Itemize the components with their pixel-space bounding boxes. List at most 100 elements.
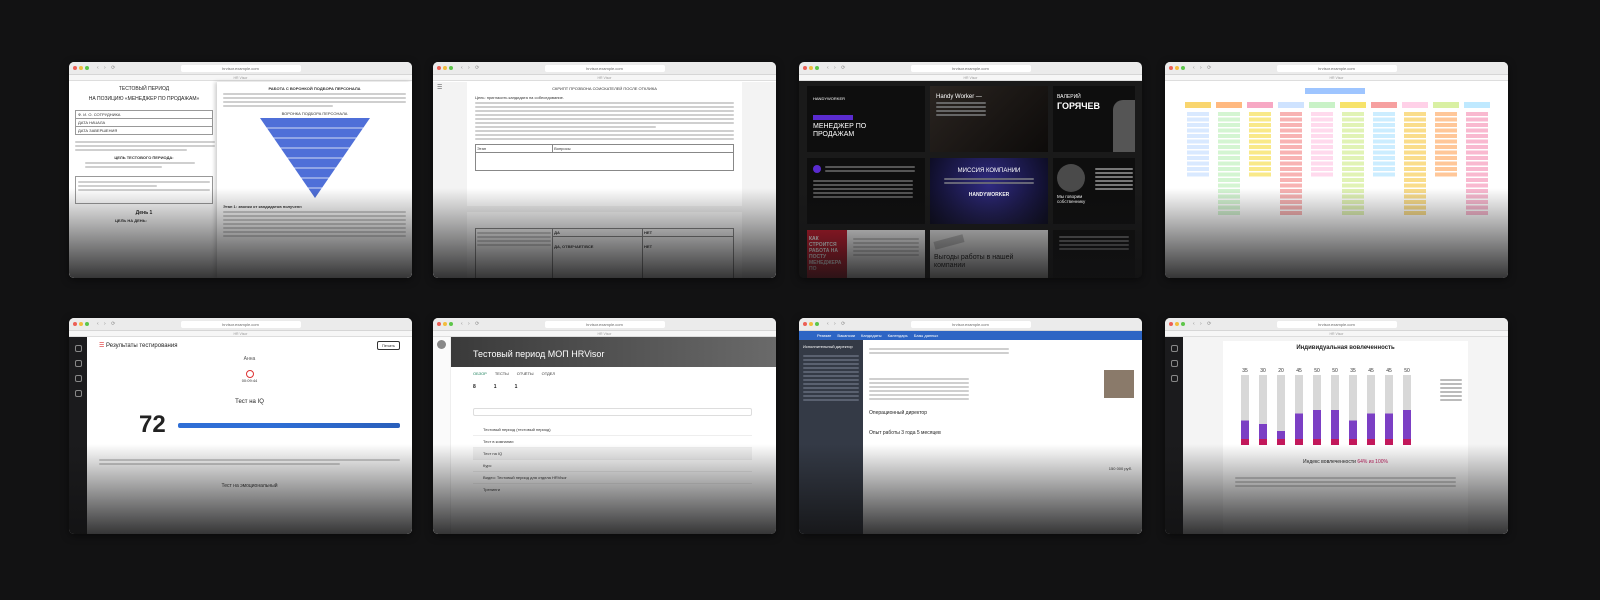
browser-tab[interactable]: HR Visor xyxy=(433,75,776,81)
address-bar[interactable]: hrvisor.example.com xyxy=(180,65,301,72)
address-bar[interactable]: hrvisor.example.com xyxy=(180,321,301,328)
role-card xyxy=(1404,194,1426,199)
close-dot[interactable] xyxy=(73,322,77,326)
window-presentation-slides[interactable]: ‹ › ⟳ hrvisor.example.com HR Visor HANDY… xyxy=(799,62,1142,278)
nav-arrows-icon[interactable]: ‹ › ⟳ xyxy=(97,65,117,71)
menu-icon[interactable]: ☰ xyxy=(99,343,106,349)
slide-5[interactable]: МИССИЯ КОМПАНИИ HANDYWORKER xyxy=(930,158,1048,224)
minimize-dot[interactable] xyxy=(443,322,447,326)
role-card xyxy=(1466,211,1488,215)
list-item[interactable]: Тестовый период (тестовый период) xyxy=(473,424,752,436)
avatar[interactable] xyxy=(437,340,446,349)
window-test-results[interactable]: ‹ › ⟳ hrvisor.example.com HR Visor ☰ Рез… xyxy=(69,318,412,534)
address-bar[interactable]: hrvisor.example.com xyxy=(910,65,1031,72)
nav-arrows-icon[interactable]: ‹ › ⟳ xyxy=(461,321,481,327)
minimize-dot[interactable] xyxy=(809,322,813,326)
browser-tab[interactable]: HR Visor xyxy=(799,75,1142,81)
slide-6[interactable]: Мы говорим собственнику xyxy=(1053,158,1135,224)
nav-arrows-icon[interactable]: ‹ › ⟳ xyxy=(1193,65,1213,71)
nav-arrows-icon[interactable]: ‹ › ⟳ xyxy=(827,65,847,71)
nav-arrows-icon[interactable]: ‹ › ⟳ xyxy=(97,321,117,327)
nav-resumes[interactable]: Резюме xyxy=(817,333,831,338)
minimize-dot[interactable] xyxy=(79,66,83,70)
maximize-dot[interactable] xyxy=(1181,322,1185,326)
browser-tab[interactable]: HR Visor xyxy=(1165,75,1508,81)
address-bar[interactable]: hrvisor.example.com xyxy=(1276,321,1397,328)
address-bar[interactable]: hrvisor.example.com xyxy=(910,321,1031,328)
minimize-dot[interactable] xyxy=(1175,322,1179,326)
window-probation-document[interactable]: ‹ › ⟳ hrvisor.example.com HR Visor ТЕСТО… xyxy=(69,62,412,278)
minimize-dot[interactable] xyxy=(1175,66,1179,70)
menu-icon[interactable]: ☰ xyxy=(437,84,442,91)
print-button[interactable]: Печать xyxy=(376,341,400,350)
window-org-chart[interactable]: ‹ › ⟳ hrvisor.example.com HR Visor xyxy=(1165,62,1508,278)
list-item[interactable]: Тест на IQ xyxy=(473,448,752,460)
maximize-dot[interactable] xyxy=(815,66,819,70)
address-bar[interactable]: hrvisor.example.com xyxy=(544,65,665,72)
tab-tests[interactable]: ТЕСТЫ xyxy=(495,371,509,376)
list-item[interactable]: Курс xyxy=(473,460,752,472)
nav-icon[interactable] xyxy=(74,390,82,397)
tab-department[interactable]: ОТДЕЛ xyxy=(542,371,555,376)
nav-calendar[interactable]: Календарь xyxy=(888,333,908,338)
role-card xyxy=(1280,172,1302,177)
nav-icon[interactable] xyxy=(74,375,82,382)
minimize-dot[interactable] xyxy=(809,66,813,70)
window-call-script[interactable]: ‹ › ⟳ hrvisor.example.com HR Visor ☰ СКР… xyxy=(433,62,776,278)
close-dot[interactable] xyxy=(437,322,441,326)
list-item[interactable]: Тест в компании xyxy=(473,436,752,448)
role-card xyxy=(1311,139,1333,144)
address-bar[interactable]: hrvisor.example.com xyxy=(1276,65,1397,72)
nav-icon[interactable] xyxy=(1170,360,1178,367)
search-input[interactable] xyxy=(473,408,752,416)
role-card xyxy=(1187,117,1209,122)
nav-databases[interactable]: Базы данных xyxy=(914,333,938,338)
list-item[interactable]: Тренинги xyxy=(473,484,752,495)
close-dot[interactable] xyxy=(1169,66,1173,70)
slide-8[interactable]: Выгоды работы в нашей компании xyxy=(930,230,1048,278)
minimize-dot[interactable] xyxy=(79,322,83,326)
maximize-dot[interactable] xyxy=(815,322,819,326)
tab-overview[interactable]: ОБЗОР xyxy=(473,371,487,376)
window-crm[interactable]: ‹ › ⟳ hrvisor.example.com Резюме Ваканси… xyxy=(799,318,1142,534)
slide-9[interactable] xyxy=(1053,230,1135,278)
nav-vacancies[interactable]: Вакансии xyxy=(837,333,855,338)
day-heading: День 1 xyxy=(135,210,153,216)
close-dot[interactable] xyxy=(437,66,441,70)
nav-icon[interactable] xyxy=(74,345,82,352)
close-dot[interactable] xyxy=(803,66,807,70)
nav-icon[interactable] xyxy=(74,360,82,367)
role-card xyxy=(1466,112,1488,116)
address-bar[interactable]: hrvisor.example.com xyxy=(544,321,665,328)
slide-2[interactable]: Handy Worker — xyxy=(930,86,1048,152)
slide-3[interactable]: ВАЛЕРИЙ ГОРЯЧЕВ xyxy=(1053,86,1135,152)
maximize-dot[interactable] xyxy=(85,322,89,326)
role-card xyxy=(1435,123,1457,127)
role-card xyxy=(1249,123,1271,127)
maximize-dot[interactable] xyxy=(449,322,453,326)
window-course[interactable]: ‹ › ⟳ hrvisor.example.com HR Visor Тесто… xyxy=(433,318,776,534)
close-dot[interactable] xyxy=(803,322,807,326)
slide-7[interactable]: КАК СТРОИТСЯ РАБОТА НА ПОСТУ МЕНЕДЖЕРА П… xyxy=(807,230,925,278)
role-card xyxy=(1218,183,1240,188)
close-dot[interactable] xyxy=(1169,322,1173,326)
browser-tab[interactable]: HR Visor xyxy=(69,75,412,81)
role-card xyxy=(1218,134,1240,138)
list-item[interactable]: Видео: Тестовый период для отдела HRViso… xyxy=(473,472,752,484)
role-card xyxy=(1373,112,1395,116)
nav-arrows-icon[interactable]: ‹ › ⟳ xyxy=(1193,321,1213,327)
close-dot[interactable] xyxy=(73,66,77,70)
nav-arrows-icon[interactable]: ‹ › ⟳ xyxy=(827,321,847,327)
slide-1[interactable]: HANDYWORKER МЕНЕДЖЕР ПО ПРОДАЖАМ xyxy=(807,86,925,152)
maximize-dot[interactable] xyxy=(85,66,89,70)
nav-icon[interactable] xyxy=(1170,345,1178,352)
maximize-dot[interactable] xyxy=(449,66,453,70)
slide-4[interactable] xyxy=(807,158,925,224)
maximize-dot[interactable] xyxy=(1181,66,1185,70)
nav-icon[interactable] xyxy=(1170,375,1178,382)
minimize-dot[interactable] xyxy=(443,66,447,70)
nav-candidates[interactable]: Кандидаты xyxy=(861,333,882,338)
tab-reports[interactable]: ОТЧЁТЫ xyxy=(517,371,534,376)
nav-arrows-icon[interactable]: ‹ › ⟳ xyxy=(461,65,481,71)
window-engagement[interactable]: ‹ › ⟳ hrvisor.example.com HR Visor Индив… xyxy=(1165,318,1508,534)
